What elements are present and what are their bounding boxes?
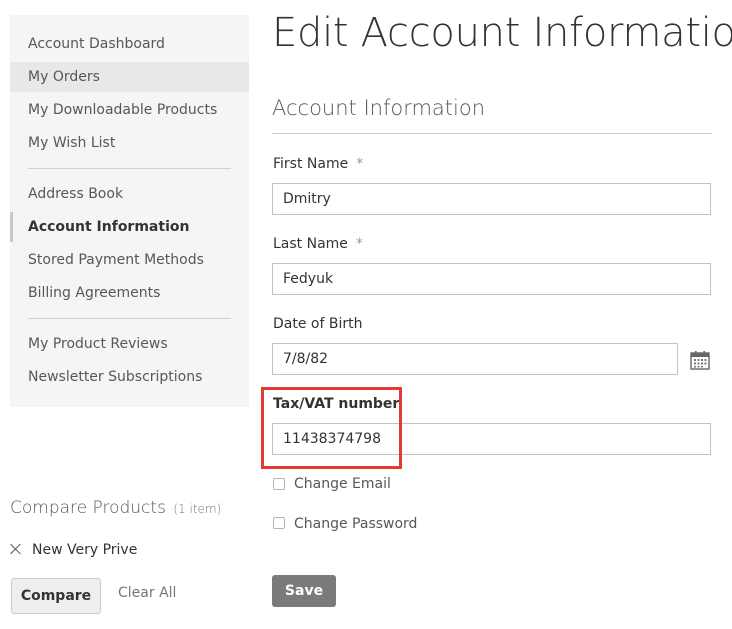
compare-button[interactable]: Compare: [11, 578, 101, 614]
sidebar-item-stored-payment-methods[interactable]: Stored Payment Methods: [10, 245, 249, 275]
compare-products-heading: Compare Products: [10, 498, 166, 518]
account-sidebar: Account Dashboard My Orders My Downloada…: [10, 15, 249, 407]
sidebar-item-billing-agreements[interactable]: Billing Agreements: [10, 278, 249, 308]
compare-item-name[interactable]: New Very Prive: [32, 542, 137, 558]
sidebar-divider: [28, 168, 231, 169]
highlight-annotation-box: [261, 387, 402, 469]
dob-input[interactable]: 7/8/82: [272, 343, 678, 375]
change-email-label[interactable]: Change Email: [294, 476, 391, 492]
change-password-label[interactable]: Change Password: [294, 516, 417, 532]
required-marker: *: [355, 236, 363, 252]
last-name-label-text: Last Name: [273, 236, 348, 252]
sidebar-item-account-dashboard[interactable]: Account Dashboard: [10, 29, 249, 59]
last-name-label: Last Name *: [273, 236, 363, 252]
change-email-checkbox[interactable]: [273, 478, 285, 490]
sidebar-item-newsletter-subscriptions[interactable]: Newsletter Subscriptions: [10, 362, 249, 392]
compare-list-item: New Very Prive: [10, 542, 137, 558]
sidebar-item-account-information[interactable]: Account Information: [10, 212, 249, 242]
compare-products-title: Compare Products (1 item): [10, 498, 221, 518]
save-button[interactable]: Save: [272, 575, 336, 607]
clear-all-link[interactable]: Clear All: [118, 585, 176, 601]
calendar-icon[interactable]: [690, 350, 710, 370]
first-name-label: First Name *: [273, 156, 363, 172]
compare-count: (1 item): [173, 502, 222, 516]
first-name-input[interactable]: Dmitry: [272, 183, 711, 215]
sidebar-divider: [28, 318, 231, 319]
first-name-label-text: First Name: [273, 156, 349, 172]
required-marker: *: [356, 156, 364, 172]
sidebar-item-my-product-reviews[interactable]: My Product Reviews: [10, 329, 249, 359]
sidebar-item-my-wish-list[interactable]: My Wish List: [10, 128, 249, 158]
sidebar-item-address-book[interactable]: Address Book: [10, 179, 249, 209]
sidebar-item-my-downloadable-products[interactable]: My Downloadable Products: [10, 95, 249, 125]
last-name-input[interactable]: Fedyuk: [272, 263, 711, 295]
section-title: Account Information: [272, 96, 486, 120]
change-password-checkbox[interactable]: [273, 517, 285, 529]
sidebar-item-my-orders[interactable]: My Orders: [10, 62, 249, 92]
remove-x-icon[interactable]: [10, 543, 22, 555]
section-divider: [272, 133, 712, 134]
dob-label: Date of Birth: [273, 316, 363, 332]
page-title: Edit Account Information: [272, 10, 732, 56]
